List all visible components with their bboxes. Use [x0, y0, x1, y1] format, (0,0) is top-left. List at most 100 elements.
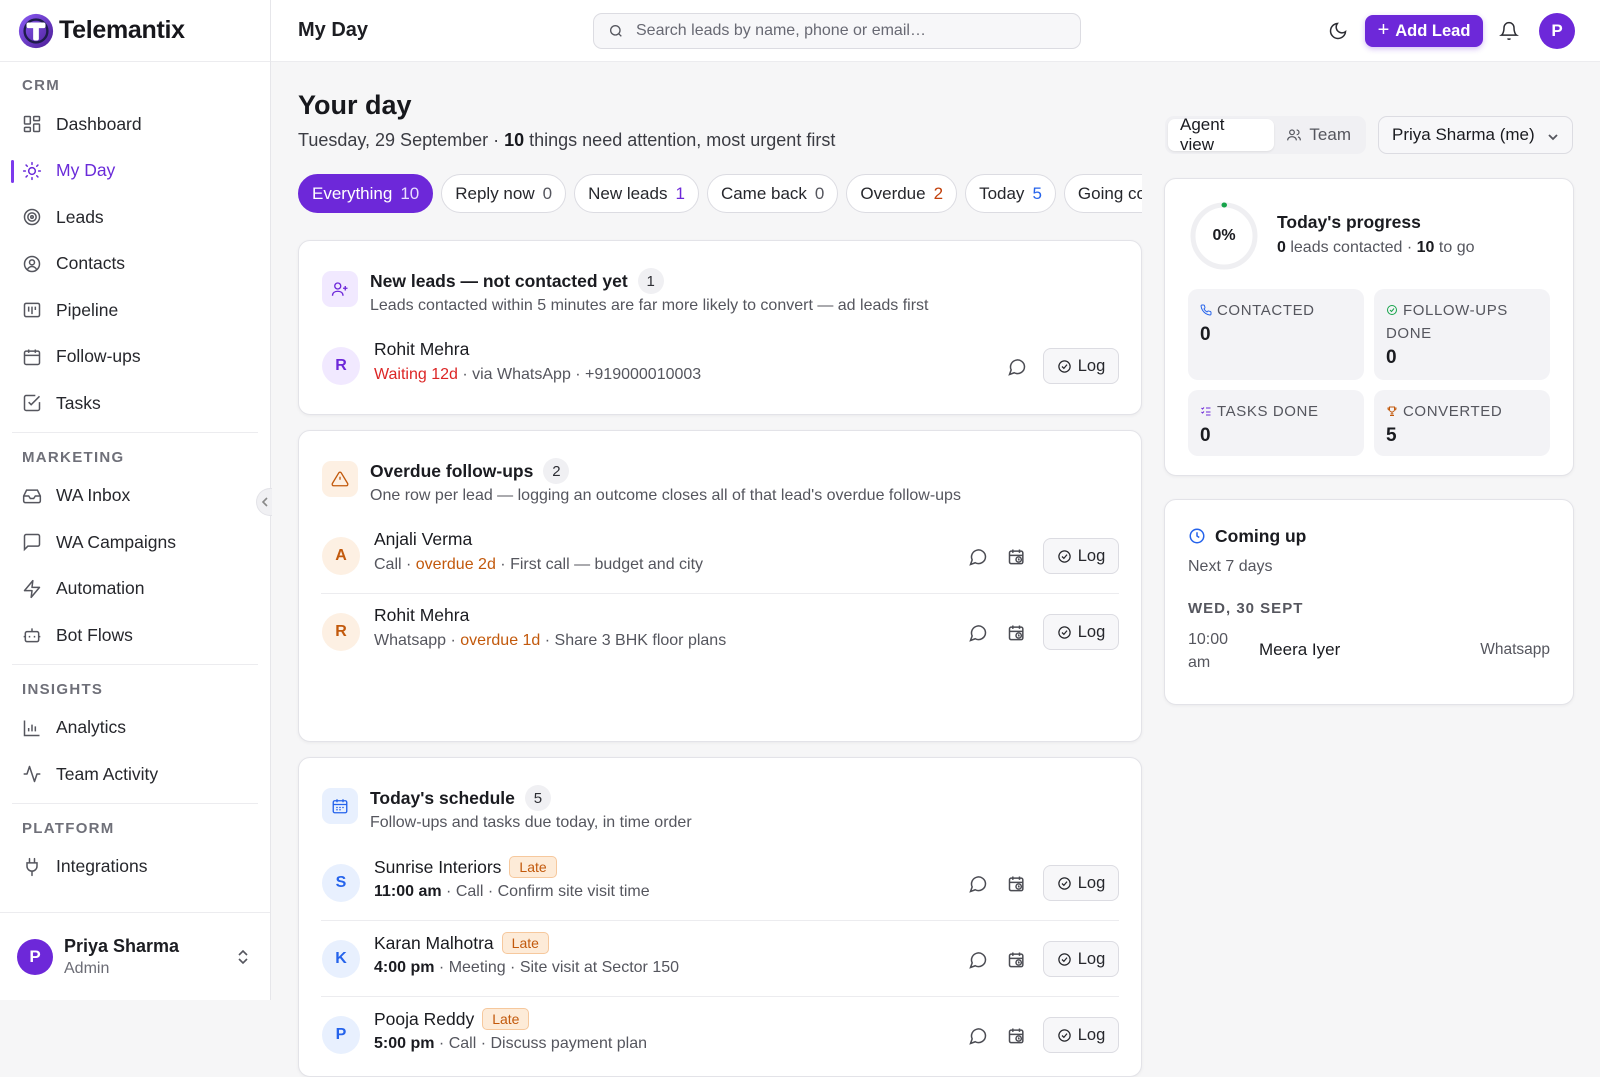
main-content: Your day Tuesday, 29 September · 10 thin… — [271, 62, 1600, 1000]
list-item[interactable]: S Sunrise InteriorsLate 11:00 am · Call … — [321, 845, 1119, 921]
message-square-icon — [22, 532, 42, 552]
lead-name: Sunrise Interiors Late — [374, 856, 557, 878]
bell-icon[interactable] — [1499, 21, 1519, 41]
sidebar-item-team-activity[interactable]: Team Activity — [0, 751, 270, 798]
lead-name[interactable]: Rohit Mehra — [374, 605, 469, 626]
message-icon[interactable] — [968, 1026, 988, 1046]
sidebar-item-pipeline[interactable]: Pipeline — [0, 287, 270, 334]
chip-label: Going cold — [1078, 184, 1142, 204]
sidebar-item-label: Follow-ups — [56, 346, 141, 367]
list-checks-icon — [1200, 405, 1212, 417]
filter-going-cold[interactable]: Going cold — [1064, 174, 1142, 213]
sidebar-item-bot-flows[interactable]: Bot Flows — [0, 612, 270, 659]
filter-new-leads[interactable]: New leads1 — [574, 174, 699, 213]
search-icon — [608, 23, 624, 39]
sidebar-item-contacts[interactable]: Contacts — [0, 241, 270, 288]
log-button[interactable]: Log — [1043, 614, 1119, 650]
user-circle-icon — [22, 254, 42, 274]
section-title-platform: PLATFORM — [0, 817, 270, 841]
contacted-text: leads contacted · — [1286, 239, 1417, 256]
check-circle-icon — [1386, 304, 1398, 316]
sidebar-item-leads[interactable]: Leads — [0, 194, 270, 241]
log-label: Log — [1078, 950, 1106, 969]
calendar-clock-icon[interactable] — [1007, 1026, 1027, 1046]
sidebar-item-automation[interactable]: Automation — [0, 566, 270, 613]
sidebar-item-dashboard[interactable]: Dashboard — [0, 101, 270, 148]
sidebar-item-follow-ups[interactable]: Follow-ups — [0, 334, 270, 381]
to-go-text: to go — [1434, 239, 1474, 256]
brand-logo[interactable]: Telemantix — [0, 0, 270, 62]
user-role: Admin — [64, 960, 179, 978]
list-item[interactable]: P Pooja ReddyLate 5:00 pm · Call · Discu… — [321, 997, 1119, 1073]
inbox-icon — [22, 486, 42, 506]
filter-came-back[interactable]: Came back0 — [707, 174, 838, 213]
calendar-clock-icon[interactable] — [1007, 623, 1027, 643]
filter-overdue[interactable]: Overdue2 — [846, 174, 957, 213]
message-icon[interactable] — [968, 547, 988, 567]
lead-name-text[interactable]: Pooja Reddy — [374, 1009, 474, 1030]
stat-label: FOLLOW-UPS DONE — [1386, 299, 1538, 345]
log-label: Log — [1078, 547, 1106, 566]
filter-today[interactable]: Today5 — [965, 174, 1056, 213]
calendar-clock-icon[interactable] — [1007, 874, 1027, 894]
calendar-days-icon — [322, 788, 358, 824]
sidebar-item-label: Dashboard — [56, 114, 142, 135]
lead-name-text[interactable]: Karan Malhotra — [374, 933, 494, 954]
late-badge: Late — [509, 856, 556, 878]
list-item[interactable]: R Rohit Mehra Waiting 12d · via WhatsApp… — [321, 328, 1119, 404]
waiting-status: Waiting 12d — [374, 366, 458, 383]
dashboard-icon — [22, 114, 42, 134]
sidebar-item-tasks[interactable]: Tasks — [0, 380, 270, 427]
attention-text: things need attention, most urgent first — [524, 130, 835, 150]
user-menu[interactable]: P Priya Sharma Admin — [0, 912, 270, 1000]
list-item[interactable]: R Rohit Mehra Whatsapp · overdue 1d · Sh… — [321, 594, 1119, 670]
clock-icon — [1188, 527, 1206, 545]
chip-label: Today — [979, 184, 1024, 204]
kanban-icon — [22, 300, 42, 320]
bot-icon — [22, 625, 42, 645]
calendar-clock-icon[interactable] — [1007, 547, 1027, 567]
log-button[interactable]: Log — [1043, 865, 1119, 901]
to-go-count: 10 — [1417, 239, 1435, 256]
avatar: K — [322, 940, 360, 978]
message-icon[interactable] — [968, 950, 988, 970]
lead-name[interactable]: Rohit Mehra — [374, 339, 469, 360]
avatar: S — [322, 864, 360, 902]
sidebar-item-wa-campaigns[interactable]: WA Campaigns — [0, 519, 270, 566]
lead-name[interactable]: Anjali Verma — [374, 529, 472, 550]
search-input[interactable] — [636, 22, 1056, 40]
upcoming-time: 10:00 am — [1188, 628, 1238, 674]
divider — [12, 432, 258, 433]
agent-select[interactable]: Priya Sharma (me) — [1378, 116, 1573, 154]
message-icon[interactable] — [968, 623, 988, 643]
filter-reply-now[interactable]: Reply now0 — [441, 174, 566, 213]
tab-team[interactable]: Team — [1274, 119, 1363, 151]
search-box[interactable] — [593, 13, 1081, 49]
list-item[interactable]: A Anjali Verma Call · overdue 2d · First… — [321, 518, 1119, 594]
plus-icon: + — [1378, 19, 1390, 42]
overdue-card: Overdue follow-ups2 One row per lead — l… — [298, 430, 1142, 742]
lead-name-text[interactable]: Sunrise Interiors — [374, 857, 501, 878]
sidebar-item-my-day[interactable]: My Day — [0, 148, 270, 195]
sidebar-item-wa-inbox[interactable]: WA Inbox — [0, 473, 270, 520]
log-button[interactable]: Log — [1043, 1017, 1119, 1053]
calendar-clock-icon[interactable] — [1007, 950, 1027, 970]
sidebar-item-integrations[interactable]: Integrations — [0, 844, 270, 891]
sidebar-item-label: Tasks — [56, 393, 101, 414]
add-lead-button[interactable]: + Add Lead — [1365, 15, 1483, 47]
count-badge: 2 — [543, 458, 569, 484]
log-button[interactable]: Log — [1043, 538, 1119, 574]
sidebar-item-analytics[interactable]: Analytics — [0, 705, 270, 752]
log-button[interactable]: Log — [1043, 348, 1119, 384]
list-item[interactable]: K Karan MalhotraLate 4:00 pm · Meeting ·… — [321, 921, 1119, 997]
profile-avatar[interactable]: P — [1539, 13, 1575, 49]
filter-everything[interactable]: Everything10 — [298, 174, 433, 213]
log-button[interactable]: Log — [1043, 941, 1119, 977]
upcoming-item[interactable]: 10:00 am Meera Iyer Whatsapp — [1188, 628, 1550, 678]
count-badge: 1 — [638, 268, 664, 294]
message-icon[interactable] — [1007, 357, 1027, 377]
page-title: My Day — [298, 19, 368, 42]
tab-agent-view[interactable]: Agent view — [1168, 119, 1274, 151]
moon-icon[interactable] — [1328, 21, 1348, 41]
message-icon[interactable] — [968, 874, 988, 894]
